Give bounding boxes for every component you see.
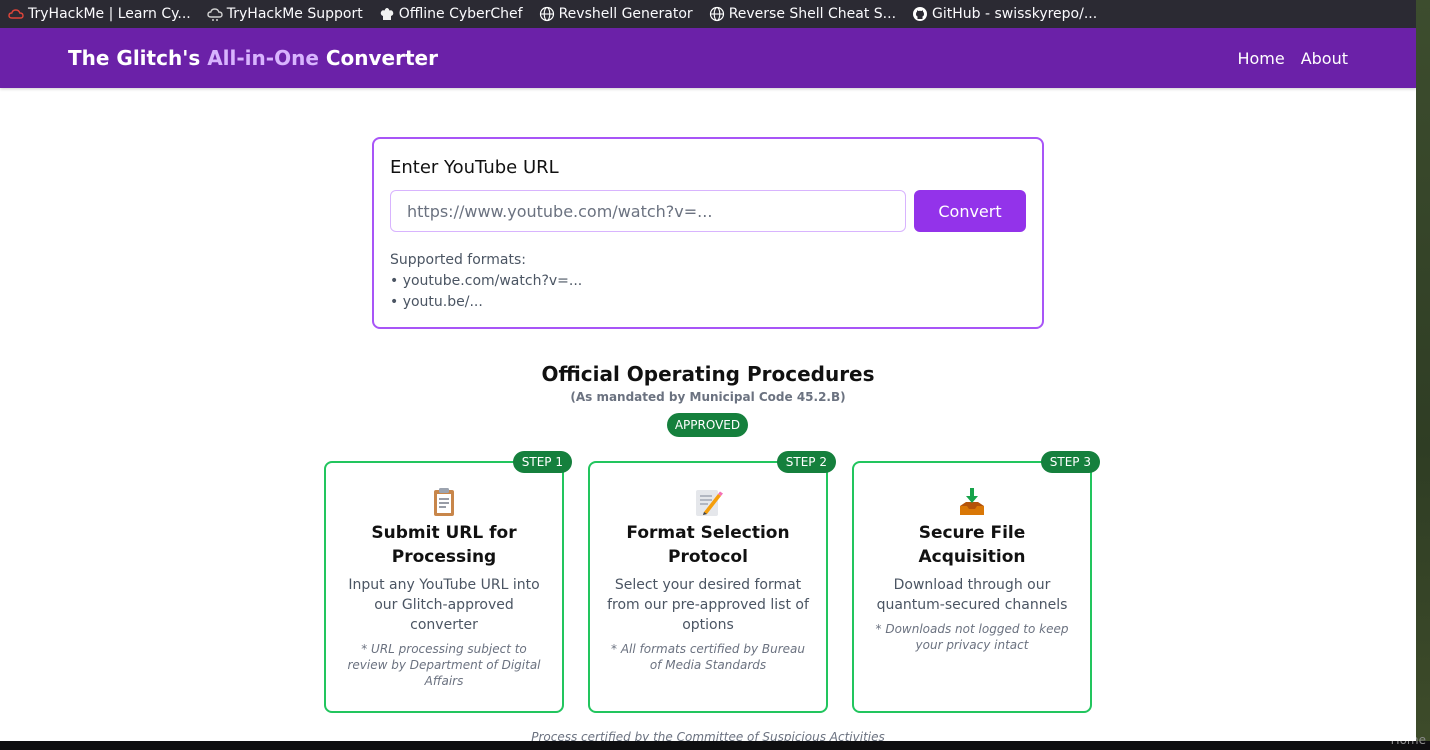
step-badge: STEP 2 [776,451,836,473]
formats-heading: Supported formats: [390,252,527,268]
certified-footer: Process certified by the Committee of Su… [531,730,885,741]
format-item: • youtube.com/watch?v=... [390,273,583,289]
bookmark-label: Offline CyberChef [398,6,523,22]
bookmark-tryhackme[interactable]: TryHackMe | Learn Cy... [8,6,191,22]
convert-button[interactable]: Convert [914,190,1026,232]
bookmark-label: GitHub - swisskyrepo/... [932,6,1098,22]
step-card-1: STEP 1 Submit URL for Processing Input a… [324,451,572,713]
step-card-3: STEP 3 Secure File Acquisition Download … [852,451,1100,713]
globe-icon [539,6,555,22]
step-title: Format Selection Protocol [626,523,790,567]
bookmarks-bar: TryHackMe | Learn Cy... TryHackMe Suppor… [0,0,1430,28]
chef-hat-icon [379,6,395,22]
step-title: Submit URL for Processing [371,523,517,567]
bookmark-label: Reverse Shell Cheat S... [728,6,897,22]
step-note: * URL processing subject to review by De… [347,642,541,688]
step-note: * Downloads not logged to keep your priv… [875,622,1069,652]
bottom-edge [0,741,1430,750]
step-badge: STEP 1 [512,451,572,473]
approved-badge: APPROVED [667,413,748,437]
bookmark-github[interactable]: GitHub - swisskyrepo/... [912,6,1097,22]
supported-formats: Supported formats: • youtube.com/watch?v… [390,250,1026,313]
page-viewport: The Glitch's All-in-One Converter Home A… [0,28,1416,741]
step-description: Select your desired format from our pre-… [607,577,809,633]
format-item: • youtu.be/... [390,294,483,310]
converter-title: Enter YouTube URL [390,157,559,178]
youtube-url-input[interactable] [390,190,906,232]
inbox-download-icon [870,483,1074,519]
procedures-subtitle: (As mandated by Municipal Code 45.2.B) [570,390,846,404]
tryhackme-cloud-icon [8,6,24,22]
bookmark-reverse-shell-cheat[interactable]: Reverse Shell Cheat S... [709,6,896,22]
desktop-background-edge [1416,0,1430,750]
converter-card: Enter YouTube URL Convert Supported form… [372,137,1044,329]
brand-suffix: Converter [318,46,438,70]
converter-row: Convert [390,190,1026,232]
step-badge: STEP 3 [1040,451,1100,473]
nav-links: Home About [1237,49,1348,68]
brand-title[interactable]: The Glitch's All-in-One Converter [68,46,438,70]
memo-icon [606,483,810,519]
github-icon [912,6,928,22]
bookmark-revshell[interactable]: Revshell Generator [539,6,693,22]
bookmark-cyberchef[interactable]: Offline CyberChef [379,6,523,22]
bookmark-label: TryHackMe Support [226,6,363,22]
step-title: Secure File Acquisition [918,523,1026,567]
navbar: The Glitch's All-in-One Converter Home A… [0,28,1416,88]
clipboard-icon [342,483,546,519]
bookmark-label: Revshell Generator [558,6,693,22]
step-note: * All formats certified by Bureau of Med… [611,642,805,672]
brand-highlight: All-in-One [207,46,319,70]
bookmark-label: TryHackMe | Learn Cy... [28,6,191,22]
nav-link-home[interactable]: Home [1237,49,1284,68]
step-description: Input any YouTube URL into our Glitch-ap… [348,577,540,633]
procedures-title: Official Operating Procedures [541,362,875,386]
brand-prefix: The Glitch's [68,46,208,70]
globe-icon [709,6,725,22]
support-cloud-icon [207,6,223,22]
nav-link-about[interactable]: About [1301,49,1348,68]
bookmark-tryhackme-support[interactable]: TryHackMe Support [207,6,363,22]
step-card-2: STEP 2 Format Selection Protocol Select … [588,451,836,713]
step-description: Download through our quantum-secured cha… [876,577,1068,613]
